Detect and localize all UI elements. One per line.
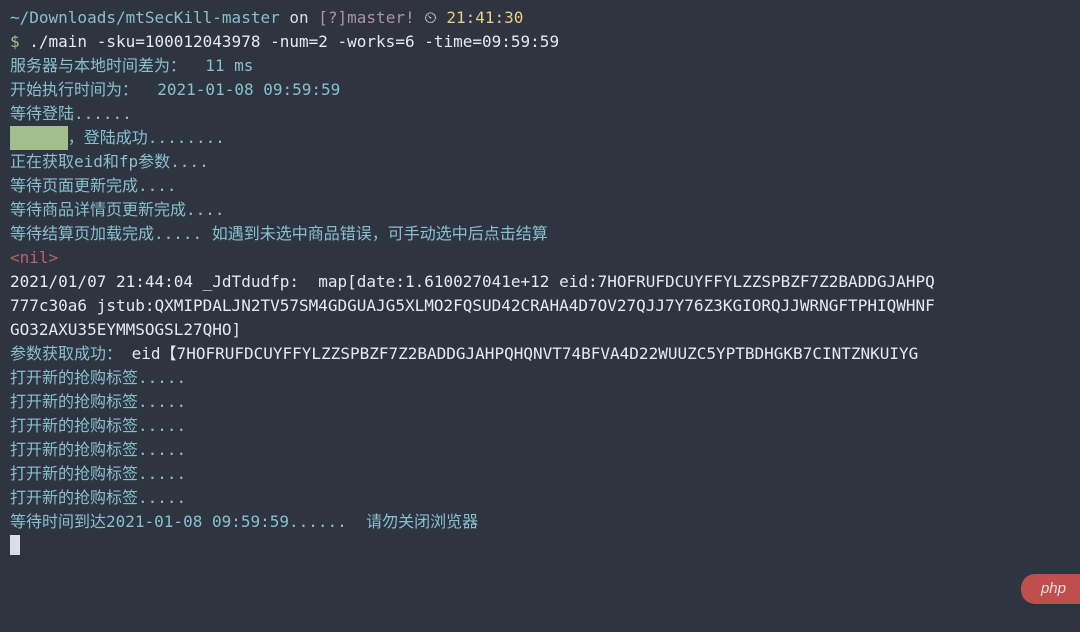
output-line: 等待页面更新完成....	[10, 174, 1070, 198]
output-line: ██████，登陆成功........	[10, 126, 1070, 150]
prompt-path: ~/Downloads/mtSecKill-master	[10, 8, 280, 27]
output-line: 打开新的抢购标签.....	[10, 366, 1070, 390]
command-text: ./main -sku=100012043978 -num=2 -works=6…	[29, 32, 559, 51]
output-line: 打开新的抢购标签.....	[10, 486, 1070, 510]
branch-suffix: !	[405, 8, 415, 27]
output-line: 等待登陆......	[10, 102, 1070, 126]
output-line: 开始执行时间为： 2021-01-08 09:59:59	[10, 78, 1070, 102]
param-success: 参数获取成功：	[10, 344, 122, 363]
prompt-on: on	[280, 8, 319, 27]
output-line: 打开新的抢购标签.....	[10, 462, 1070, 486]
redacted-username: ██████	[10, 126, 68, 150]
branch-name: master	[347, 8, 405, 27]
output-line: 服务器与本地时间差为： 11 ms	[10, 54, 1070, 78]
output-line: 参数获取成功： eid【7HOFRUFDCUYFFYLZZSPBZF7Z2BAD…	[10, 342, 1070, 366]
output-line: 打开新的抢购标签.....	[10, 438, 1070, 462]
command-line[interactable]: $ ./main -sku=100012043978 -num=2 -works…	[10, 30, 1070, 54]
output-line: 打开新的抢购标签.....	[10, 414, 1070, 438]
cursor-line[interactable]	[10, 534, 1070, 558]
output-line: 2021/01/07 21:44:04 _JdTdudfp: map[date:…	[10, 270, 1070, 294]
eid-value: eid【7HOFRUFDCUYFFYLZZSPBZF7Z2BADDGJAHPQH…	[132, 344, 919, 363]
cursor-block	[10, 535, 20, 555]
watermark-badge: php	[1021, 574, 1080, 605]
prompt-time: 21:41:30	[446, 8, 523, 27]
output-line: 777c30a6 jstub:QXMIPDALJN2TV57SM4GDGUAJG…	[10, 294, 1070, 318]
prompt-symbol: $	[10, 32, 29, 51]
prompt-line: ~/Downloads/mtSecKill-master on [?]maste…	[10, 6, 1070, 30]
output-line: 正在获取eid和fp参数....	[10, 150, 1070, 174]
output-line: GO32AXU35EYMMSOGSL27QHO]	[10, 318, 1070, 342]
login-success: ，登陆成功........	[68, 128, 225, 147]
output-line: 打开新的抢购标签.....	[10, 390, 1070, 414]
output-line: 等待结算页加载完成..... 如遇到未选中商品错误，可手动选中后点击结算	[10, 222, 1070, 246]
output-line: 等待商品详情页更新完成....	[10, 198, 1070, 222]
output-line: 等待时间到达2021-01-08 09:59:59...... 请勿关闭浏览器	[10, 510, 1070, 534]
nil-line: <nil>	[10, 246, 1070, 270]
branch-prefix: [?]	[318, 8, 347, 27]
clock-icon: ⏲	[415, 8, 447, 27]
